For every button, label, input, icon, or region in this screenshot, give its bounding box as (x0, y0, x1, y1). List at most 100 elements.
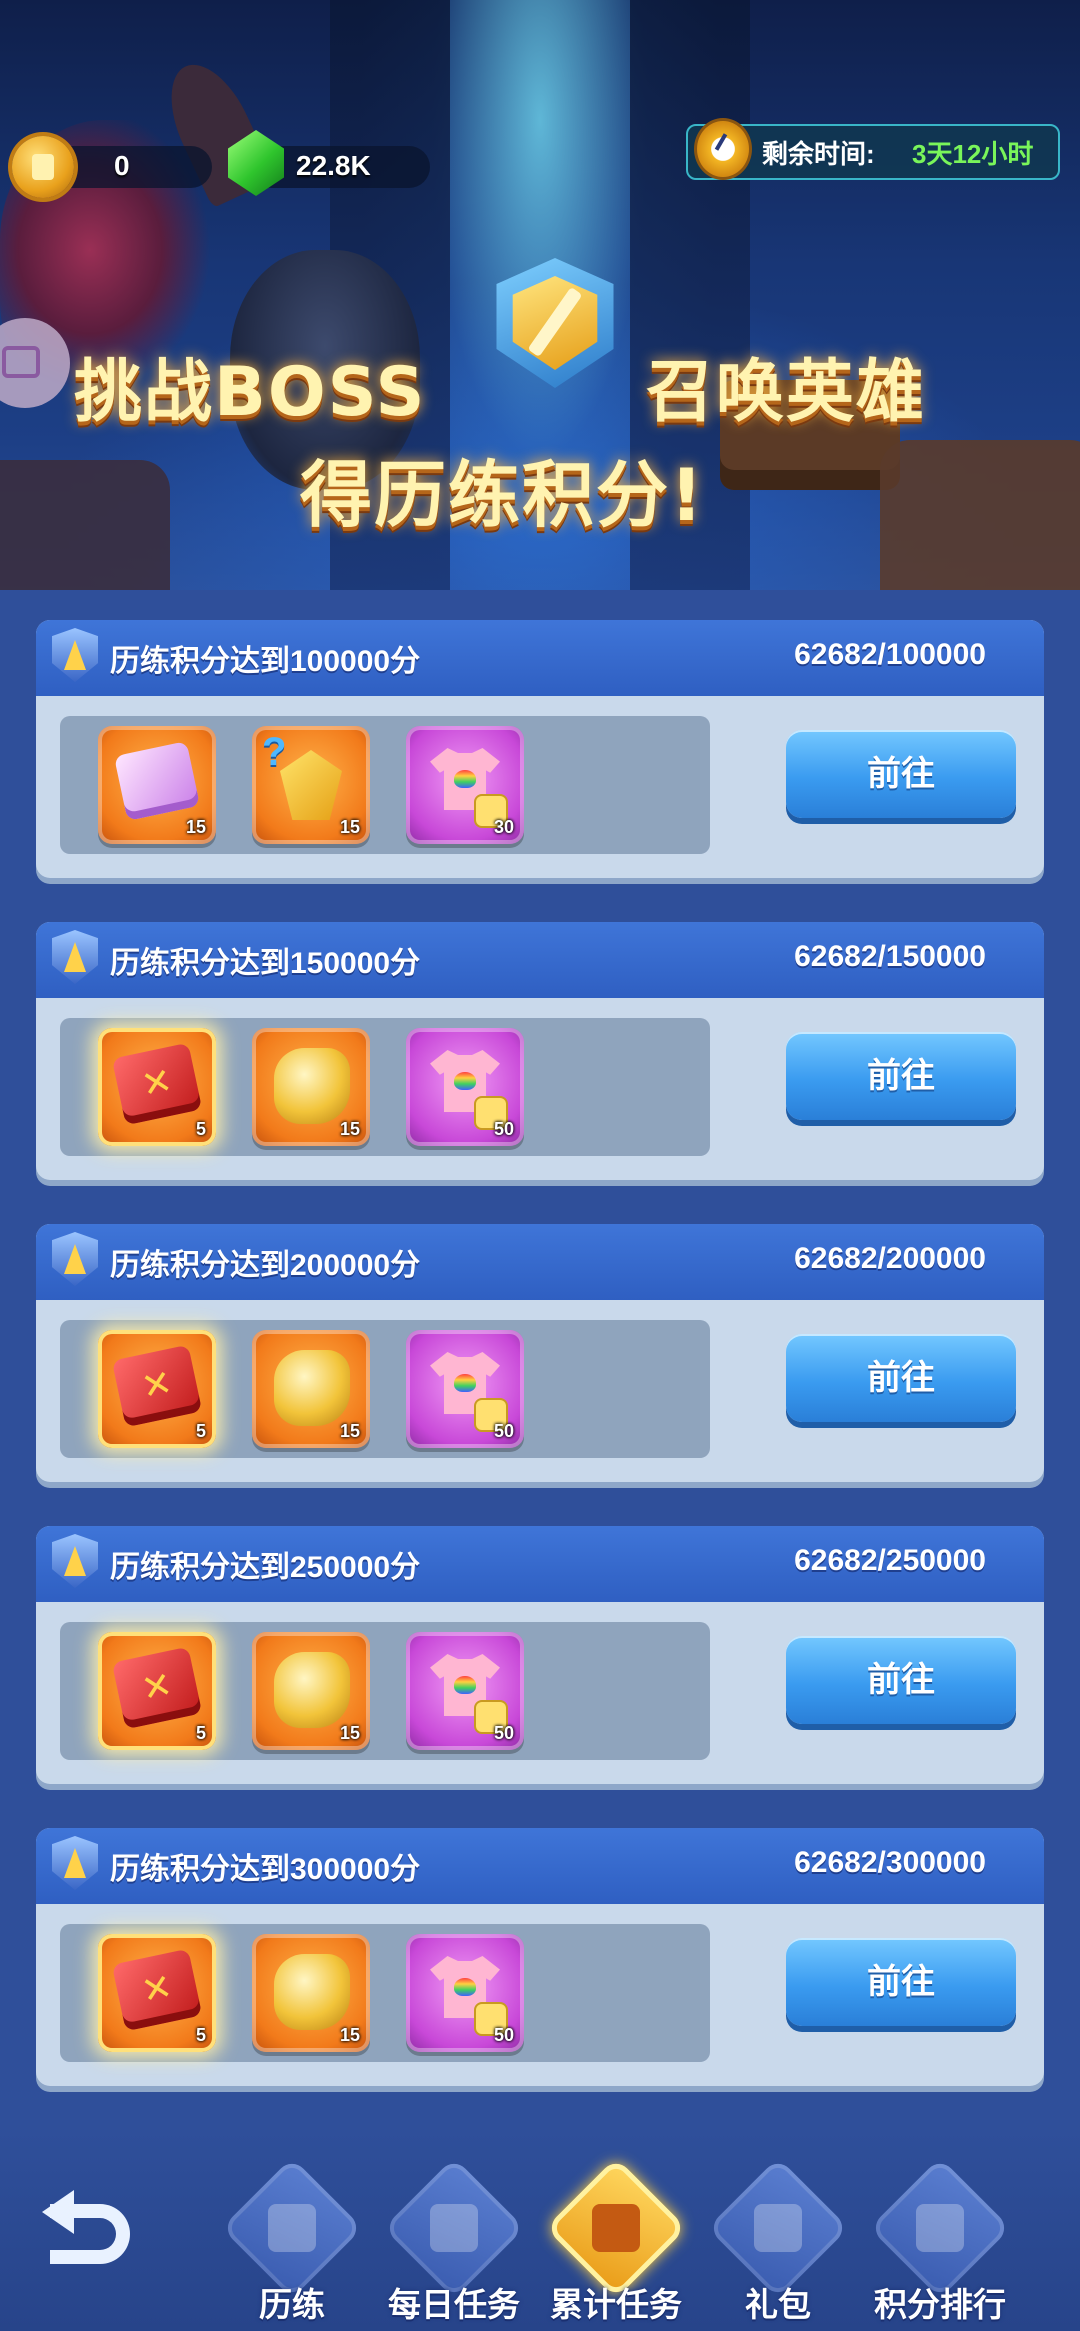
shield-badge-icon (52, 1836, 98, 1890)
remaining-time-value: 3天12小时 (912, 139, 1034, 169)
shield-badge-icon (52, 930, 98, 984)
reward-red-scroll[interactable]: 5 (98, 1028, 216, 1146)
task-progress: 62682/150000 (794, 940, 986, 973)
tab-cumulative-tasks[interactable]: 累计任务 (536, 2157, 696, 2331)
reward-quantity: 5 (195, 1119, 206, 1139)
banner-title-line2: 得历练积分! (300, 453, 705, 537)
shield-badge-icon (52, 1232, 98, 1286)
reward-quantity: 15 (339, 1421, 360, 1441)
reward-rainbow-shirt-shard[interactable]: 50 (406, 1934, 524, 2052)
reward-gold-ore[interactable]: 15 (252, 1632, 370, 1750)
task-title: 历练积分达到250000分 (110, 1551, 421, 1584)
reward-quantity: 50 (493, 1723, 514, 1743)
reward-list: 5 15 50 (60, 1924, 710, 2062)
reward-mystery-crystal[interactable]: ? 15 (252, 726, 370, 844)
reward-rainbow-shirt-shard[interactable]: 50 (406, 1632, 524, 1750)
task-title: 历练积分达到200000分 (110, 1249, 421, 1282)
go-button[interactable]: 前往 (786, 730, 1016, 818)
gem-count: 22.8K (296, 150, 371, 181)
reward-gold-ore[interactable]: 15 (252, 1934, 370, 2052)
reward-rainbow-shirt-shard[interactable]: 50 (406, 1028, 524, 1146)
shield-badge-icon (52, 1534, 98, 1588)
go-button[interactable]: 前往 (786, 1032, 1016, 1120)
reward-quantity: 15 (185, 817, 206, 837)
reward-red-scroll[interactable]: 5 (98, 1330, 216, 1448)
rainbow-heart-icon (454, 770, 476, 788)
red-scroll-icon (111, 1948, 203, 2032)
red-scroll-icon (111, 1646, 203, 1730)
rainbow-heart-icon (454, 1676, 476, 1694)
sword-emblem-icon (496, 258, 614, 388)
red-scroll-icon (111, 1042, 203, 1126)
shield-badge-icon (52, 628, 98, 682)
reward-quantity: 5 (195, 1723, 206, 1743)
go-button[interactable]: 前往 (786, 1938, 1016, 2026)
reward-quantity: 50 (493, 1421, 514, 1441)
tab-training[interactable]: 历练 (212, 2157, 372, 2331)
reward-rainbow-shirt-shard[interactable]: 30 (406, 726, 524, 844)
rock-right-illustration (880, 440, 1080, 590)
reward-list: 5 15 50 (60, 1622, 710, 1760)
reward-list: 15 ? 15 30 (60, 716, 710, 854)
task-card-header: 历练积分达到250000分 62682/250000 (36, 1526, 1044, 1602)
tab-label: 礼包 (745, 2286, 811, 2323)
reward-quantity: 50 (493, 2025, 514, 2045)
tab-label: 累计任务 (550, 2286, 682, 2323)
tab-label: 历练 (259, 2286, 325, 2323)
gold-ore-icon (274, 1652, 350, 1728)
reward-quantity: 50 (493, 1119, 514, 1139)
task-progress: 62682/100000 (794, 638, 986, 671)
reward-purple-scroll[interactable]: 15 (98, 726, 216, 844)
rainbow-heart-icon (454, 1072, 476, 1090)
crossed-swords-icon (268, 2204, 316, 2252)
reward-red-scroll[interactable]: 5 (98, 1632, 216, 1750)
reward-quantity: 30 (493, 817, 514, 837)
task-card: 历练积分达到300000分 62682/300000 5 15 50 前往 (36, 1828, 1044, 2086)
rainbow-heart-icon (454, 1374, 476, 1392)
gold-ore-icon (274, 1954, 350, 2030)
medal-icon (12, 136, 74, 198)
checklist-icon (430, 2204, 478, 2252)
question-mark-icon: ? (262, 730, 287, 774)
rainbow-heart-icon (454, 1978, 476, 1996)
task-card: 历练积分达到250000分 62682/250000 5 15 50 前往 (36, 1526, 1044, 1784)
task-title: 历练积分达到300000分 (110, 1853, 421, 1886)
banner-title-right: 召唤英雄 (646, 353, 927, 432)
task-card-header: 历练积分达到100000分 62682/100000 (36, 620, 1044, 696)
reward-gold-ore[interactable]: 15 (252, 1330, 370, 1448)
reward-list: 5 15 50 (60, 1018, 710, 1156)
tab-daily-tasks[interactable]: 每日任务 (374, 2157, 534, 2331)
task-progress: 62682/250000 (794, 1544, 986, 1577)
reward-rainbow-shirt-shard[interactable]: 50 (406, 1330, 524, 1448)
reward-list: 5 15 50 (60, 1320, 710, 1458)
medal-count: 0 (114, 150, 130, 181)
tab-label: 每日任务 (388, 2286, 520, 2323)
reward-red-scroll[interactable]: 5 (98, 1934, 216, 2052)
task-card-header: 历练积分达到200000分 62682/200000 (36, 1224, 1044, 1300)
reward-quantity: 5 (195, 2025, 206, 2045)
banner-title-left: 挑战BOSS (74, 353, 427, 432)
go-button[interactable]: 前往 (786, 1334, 1016, 1422)
tab-gift-pack[interactable]: 礼包 (698, 2157, 858, 2331)
stopwatch-icon (694, 118, 752, 180)
tab-label: 积分排行 (874, 2286, 1006, 2323)
purple-scroll-icon (113, 741, 201, 821)
reward-quantity: 15 (339, 1723, 360, 1743)
reward-quantity: 15 (339, 2025, 360, 2045)
go-button[interactable]: 前往 (786, 1636, 1016, 1724)
event-banner: 挑战BOSS 召唤英雄 得历练积分! (0, 0, 1080, 590)
rock-left-illustration (0, 460, 170, 590)
mystery-crystal-icon (280, 750, 342, 820)
back-button[interactable] (36, 2190, 156, 2290)
gift-cart-icon (754, 2204, 802, 2252)
remaining-time-label: 剩余时间: (762, 139, 875, 169)
gold-ore-icon (274, 1048, 350, 1124)
task-card: 历练积分达到200000分 62682/200000 5 15 50 前往 (36, 1224, 1044, 1482)
scroll-badge-icon (592, 2204, 640, 2252)
reward-gold-ore[interactable]: 15 (252, 1028, 370, 1146)
task-card-header: 历练积分达到300000分 62682/300000 (36, 1828, 1044, 1904)
task-title: 历练积分达到150000分 (110, 947, 421, 980)
tab-points-ranking[interactable]: 积分排行 (860, 2157, 1020, 2331)
task-card-header: 历练积分达到150000分 62682/150000 (36, 922, 1044, 998)
gold-ore-icon (274, 1350, 350, 1426)
